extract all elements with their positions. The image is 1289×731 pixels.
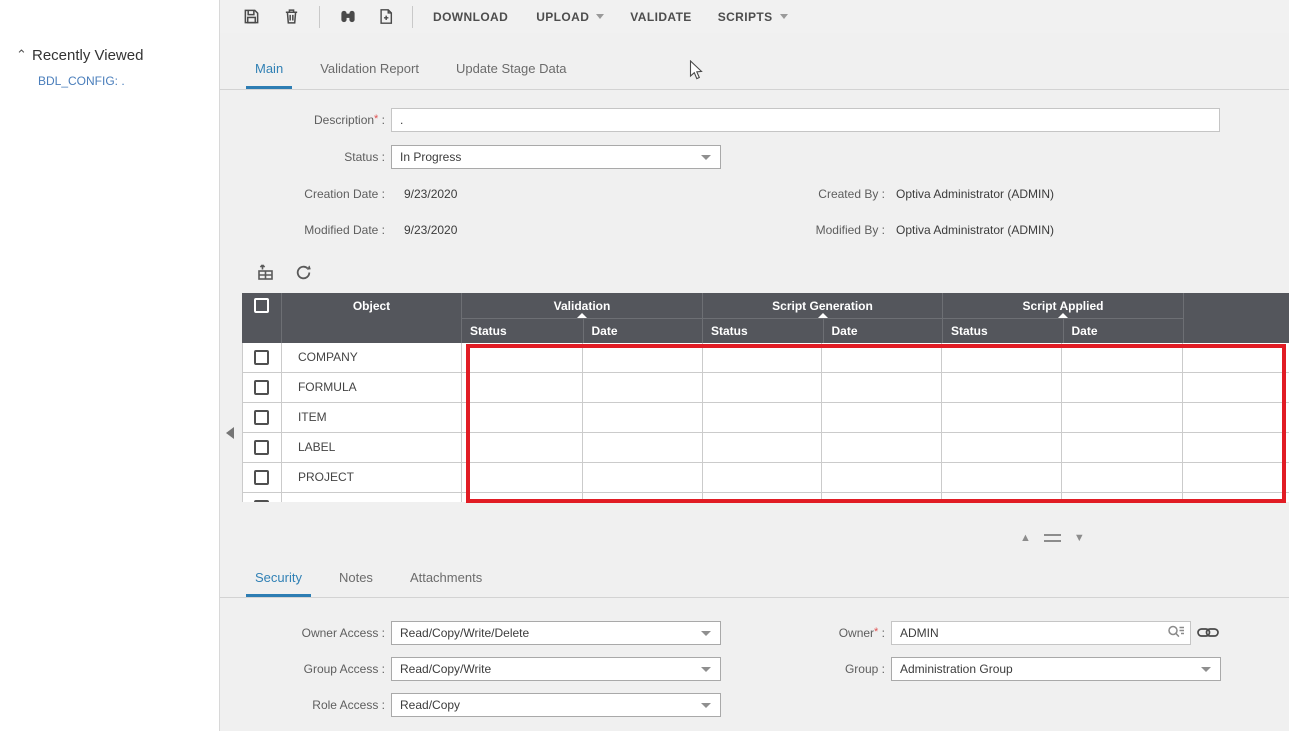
object-cell: LABEL [282,433,462,462]
tab-main[interactable]: Main [246,61,292,89]
creation-date-value: 9/23/2020 [404,187,457,201]
table-row[interactable]: ITEM [243,403,1289,433]
tab-validation-report[interactable]: Validation Report [311,61,428,89]
creation-date-label: Creation Date [240,187,385,201]
modified-by-value: Optiva Administrator (ADMIN) [896,223,1054,237]
table-row-partial[interactable] [243,493,1289,502]
status-dropdown[interactable]: In Progress [391,145,721,169]
column-header-script-applied-status[interactable]: Status [943,319,1063,343]
row-checkbox[interactable] [254,380,269,395]
group-dropdown[interactable]: Administration Group [891,657,1221,681]
export-grid-icon[interactable] [256,263,275,282]
chevron-down-icon [701,667,711,672]
table-row[interactable]: COMPANY [243,343,1289,373]
lookup-icon[interactable] [1167,624,1186,641]
chevron-up-icon[interactable]: ⌃ [16,47,27,63]
chevron-down-icon [701,631,711,636]
validate-button[interactable]: VALIDATE [630,10,691,24]
tab-notes[interactable]: Notes [330,570,382,597]
row-checkbox[interactable] [254,500,269,502]
column-header-object[interactable]: Object [281,293,461,343]
row-checkbox[interactable] [254,410,269,425]
role-access-dropdown[interactable]: Read/Copy [391,693,721,717]
table-row[interactable]: LABEL [243,433,1289,463]
column-group-validation[interactable]: Validation Status Date [461,293,702,343]
select-all-checkbox[interactable] [254,298,269,313]
created-by-label: Created By [740,187,885,201]
owner-input[interactable] [891,621,1191,645]
table-row[interactable]: FORMULA [243,373,1289,403]
role-access-label: Role Access [240,698,385,712]
column-header-script-generation-status[interactable]: Status [703,319,823,343]
status-label: Status [240,150,385,164]
find-icon[interactable] [338,7,358,27]
download-button[interactable]: DOWNLOAD [433,10,508,24]
created-by-value: Optiva Administrator (ADMIN) [896,187,1054,201]
modified-date-label: Modified Date [240,223,385,237]
delete-icon[interactable] [281,7,301,27]
tab-update-stage-data[interactable]: Update Stage Data [447,61,576,89]
table-row[interactable]: PROJECT [243,463,1289,493]
splitter-grip[interactable] [1044,534,1061,542]
splitter-collapse-up-icon[interactable]: ▲ [1020,531,1031,545]
column-header-validation-date[interactable]: Date [583,319,703,343]
upload-button[interactable]: UPLOAD [536,10,604,24]
owner-label: Owner* [740,626,885,640]
chevron-down-icon [701,155,711,160]
group-access-label: Group Access [240,662,385,676]
toolbar-separator [319,6,320,28]
table-body: COMPANY FORMULA ITEM LABEL PROJECT [242,343,1289,502]
recently-viewed-header[interactable]: Recently Viewed [32,47,143,64]
column-group-script-applied[interactable]: Script Applied Status Date [942,293,1183,343]
refresh-icon[interactable] [294,263,313,282]
group-label: Group [740,662,885,676]
link-icon[interactable] [1197,625,1219,640]
sidebar: ⌃ Recently Viewed BDL_CONFIG: . [0,0,220,731]
tab-attachments[interactable]: Attachments [401,570,491,597]
column-header-empty [1183,293,1289,343]
object-cell: COMPANY [282,343,462,372]
main-tabbar: Main Validation Report Update Stage Data [220,33,1289,90]
column-group-script-generation[interactable]: Script Generation Status Date [702,293,942,343]
group-access-dropdown[interactable]: Read/Copy/Write [391,657,721,681]
row-checkbox[interactable] [254,350,269,365]
modified-by-label: Modified By [740,223,885,237]
toolbar-separator [412,6,413,28]
pane-splitter: ▲ ▼ [1020,531,1085,545]
object-cell: ITEM [282,403,462,432]
chevron-down-icon [780,14,788,19]
chevron-down-icon [1201,667,1211,672]
tab-security[interactable]: Security [246,570,311,597]
object-cell: FORMULA [282,373,462,402]
column-header-script-applied-date[interactable]: Date [1063,319,1184,343]
save-icon[interactable] [241,7,261,27]
table-header: Object Validation Status Date Script Gen… [242,293,1289,343]
toolbar: DOWNLOAD UPLOAD VALIDATE SCRIPTS [220,0,1289,33]
header-checkbox-cell [242,293,281,343]
row-checkbox[interactable] [254,470,269,485]
description-label: Description* [240,113,385,127]
description-input[interactable] [391,108,1220,132]
object-cell: PROJECT [282,463,462,492]
chevron-down-icon [701,703,711,708]
new-document-icon[interactable] [376,7,396,27]
chevron-down-icon [596,14,604,19]
object-status-table: Object Validation Status Date Script Gen… [242,293,1289,502]
sidebar-collapse-icon[interactable] [226,427,234,439]
detail-tabbar: Security Notes Attachments [220,560,1289,598]
column-header-script-generation-date[interactable]: Date [823,319,943,343]
column-header-validation-status[interactable]: Status [462,319,583,343]
splitter-collapse-down-icon[interactable]: ▼ [1074,531,1085,545]
scripts-button[interactable]: SCRIPTS [718,10,788,24]
recent-item-link[interactable]: BDL_CONFIG: . [38,74,125,88]
row-checkbox[interactable] [254,440,269,455]
owner-access-label: Owner Access [240,626,385,640]
modified-date-value: 9/23/2020 [404,223,457,237]
owner-access-dropdown[interactable]: Read/Copy/Write/Delete [391,621,721,645]
